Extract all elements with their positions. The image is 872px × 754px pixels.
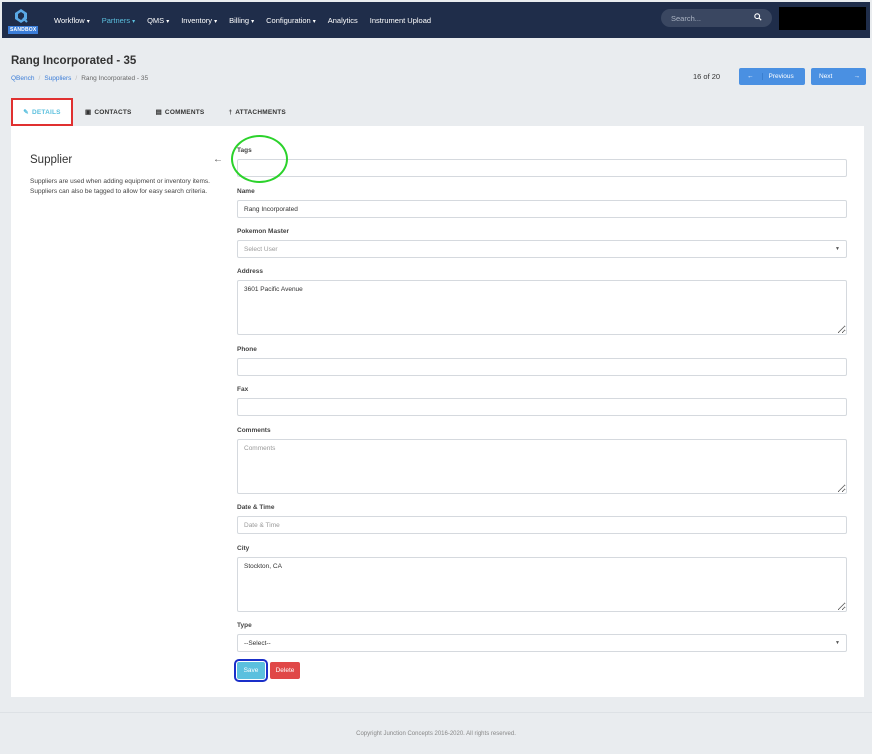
fax-label: Fax <box>237 386 249 393</box>
datetime-label: Date & Time <box>237 504 275 511</box>
nav-menu: Workflow ▾ Partners ▾ QMS ▾ Inventory ▾ Bill… <box>54 16 443 25</box>
pokemon-master-label: Pokemon Master <box>237 228 290 235</box>
chevron-down-icon: ▼ <box>835 640 840 646</box>
type-select[interactable]: --Select-- ▼ <box>237 634 847 652</box>
name-label: Name <box>237 188 255 195</box>
tab-attachments[interactable]: † ATTACHMENTS <box>216 98 298 126</box>
name-input[interactable] <box>237 200 847 218</box>
breadcrumb-separator: / <box>75 75 78 82</box>
type-label: Type <box>237 622 252 629</box>
fax-input[interactable] <box>237 398 847 416</box>
next-button[interactable]: Next → <box>811 68 866 85</box>
address-book-icon: ▣ <box>85 109 92 116</box>
pokemon-master-select[interactable]: Select User ▼ <box>237 240 847 258</box>
save-button[interactable]: Save <box>234 659 268 682</box>
section-title: Supplier <box>30 154 73 166</box>
user-menu[interactable] <box>779 7 866 30</box>
arrow-left-icon[interactable]: ← <box>213 154 223 165</box>
breadcrumb-qbench[interactable]: QBench <box>11 75 35 82</box>
breadcrumb-separator: / <box>38 75 41 82</box>
sandbox-badge: SANDBOX <box>8 26 39 34</box>
datetime-input[interactable] <box>237 516 847 534</box>
page-title: Rang Incorporated - 35 <box>11 55 137 67</box>
nav-partners[interactable]: Partners ▾ <box>102 16 135 25</box>
pager-count: 16 of 20 <box>693 72 721 81</box>
phone-label: Phone <box>237 346 257 353</box>
phone-input[interactable] <box>237 358 847 376</box>
previous-button[interactable]: ← Previous <box>739 68 805 85</box>
address-label: Address <box>237 268 264 275</box>
tab-bar: ✎ DETAILS ▣ CONTACTS ▤ COMMENTS † ATTACH… <box>11 98 298 126</box>
tab-contacts[interactable]: ▣ CONTACTS <box>73 98 144 126</box>
nav-qms[interactable]: QMS ▾ <box>147 16 169 25</box>
arrow-left-icon: ← <box>739 73 763 80</box>
nav-configuration[interactable]: Configuration ▾ <box>266 16 316 25</box>
nav-inventory[interactable]: Inventory ▾ <box>181 16 217 25</box>
caret-down-icon: ▾ <box>214 18 218 25</box>
details-card: Supplier ← Suppliers are used when addin… <box>11 126 864 697</box>
chevron-down-icon: ▼ <box>835 246 840 252</box>
tags-input[interactable] <box>237 159 847 177</box>
address-textarea[interactable]: 3601 Pacific Avenue <box>237 280 847 335</box>
nav-analytics[interactable]: Analytics <box>328 16 358 25</box>
nav-workflow[interactable]: Workflow ▾ <box>54 16 90 25</box>
comments-label: Comments <box>237 427 271 434</box>
search-input[interactable] <box>671 13 741 23</box>
tab-comments[interactable]: ▤ COMMENTS <box>144 98 217 126</box>
pencil-icon: ✎ <box>23 109 29 116</box>
comments-textarea[interactable] <box>237 439 847 494</box>
paperclip-icon: † <box>228 108 233 116</box>
nav-billing[interactable]: Billing ▾ <box>229 16 254 25</box>
nav-instrument-upload[interactable]: Instrument Upload <box>370 16 431 25</box>
city-textarea[interactable]: Stockton, CA <box>237 557 847 612</box>
city-label: City <box>237 545 250 552</box>
brand-logo[interactable]: SANDBOX <box>8 2 46 38</box>
caret-down-icon: ▾ <box>251 18 255 25</box>
caret-down-icon: ▾ <box>166 18 170 25</box>
search-icon[interactable] <box>754 13 762 23</box>
arrow-right-icon: → <box>853 73 861 80</box>
qbench-logo-icon <box>15 9 28 23</box>
delete-button[interactable]: Delete <box>270 662 300 679</box>
comment-icon: ▤ <box>155 109 162 116</box>
caret-down-icon: ▾ <box>312 18 316 25</box>
search-box <box>661 9 772 27</box>
copyright-text: Copyright Junction Concepts 2016-2020. A… <box>356 731 516 737</box>
tab-details[interactable]: ✎ DETAILS <box>11 98 73 126</box>
caret-down-icon: ▾ <box>86 18 90 25</box>
caret-down-icon: ▾ <box>132 18 136 25</box>
breadcrumb-suppliers[interactable]: Suppliers <box>44 75 71 82</box>
breadcrumb: QBench / Suppliers / Rang Incorporated -… <box>11 75 148 82</box>
tags-label: Tags <box>237 147 252 154</box>
section-description: Suppliers are used when adding equipment… <box>30 178 210 195</box>
breadcrumb-current: Rang Incorporated - 35 <box>81 75 149 82</box>
